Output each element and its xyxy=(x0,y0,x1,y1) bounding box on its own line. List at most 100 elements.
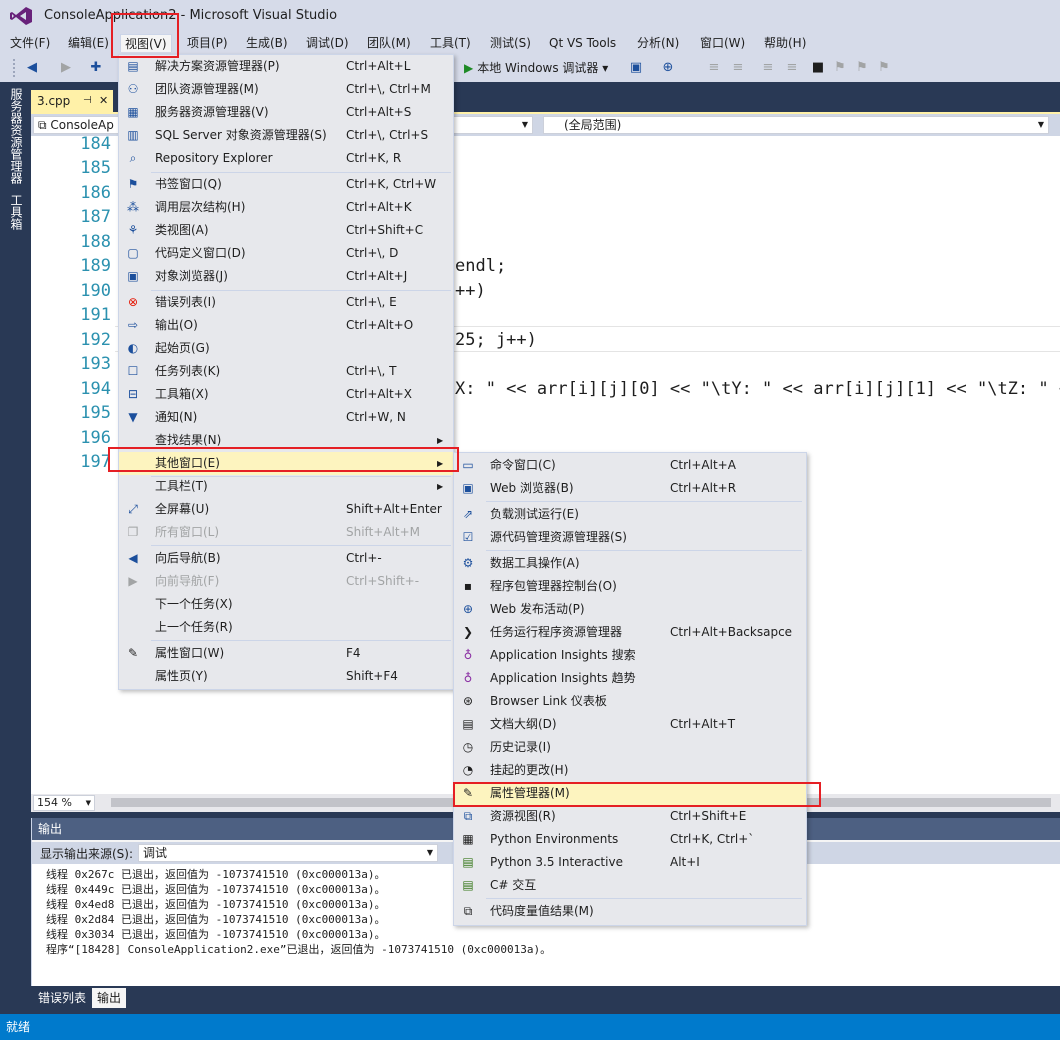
forward-icon[interactable]: ▶ xyxy=(58,60,74,76)
toolbox-tab[interactable]: 工具箱 xyxy=(8,194,24,230)
menu-item-label: Python 3.5 Interactive xyxy=(490,855,623,869)
menu-help[interactable]: 帮助(H) xyxy=(760,34,810,52)
menu-item-insights-trends[interactable]: ♁ Application Insights 趋势 xyxy=(454,667,806,690)
next-bookmark-icon[interactable]: ⚑ xyxy=(854,60,870,76)
output-source-dropdown[interactable]: 调试 ▼ xyxy=(138,844,438,862)
menu-item-all-windows[interactable]: ❐ 所有窗口(L) Shift+Alt+M xyxy=(119,521,453,544)
line-number: 187 xyxy=(80,207,111,227)
menu-test[interactable]: 测试(S) xyxy=(486,34,535,52)
menu-item-shortcut: Alt+I xyxy=(670,855,700,869)
menu-item-repository-explorer[interactable]: ⌕ Repository Explorer Ctrl+K, R xyxy=(119,147,453,170)
menu-item-load-test-runs[interactable]: ⇗ 负载测试运行(E) xyxy=(454,503,806,526)
menu-item-next-task[interactable]: 下一个任务(X) xyxy=(119,593,453,616)
line-number: 185 xyxy=(80,158,111,178)
menu-analyze[interactable]: 分析(N) xyxy=(633,34,683,52)
menu-item-source-control-explorer[interactable]: ☑ 源代码管理资源管理器(S) xyxy=(454,526,806,549)
comment-icon[interactable]: ≡ xyxy=(760,60,776,76)
fullscreen-icon: ⤢ xyxy=(128,502,138,516)
menu-item-properties-window[interactable]: ✎ 属性窗口(W) F4 xyxy=(119,642,453,665)
pin-icon[interactable]: ⊣ xyxy=(83,90,92,112)
menu-window[interactable]: 窗口(W) xyxy=(696,34,749,52)
menu-item-code-definition[interactable]: ▢ 代码定义窗口(D) Ctrl+\, D xyxy=(119,242,453,265)
menu-item-label: 任务列表(K) xyxy=(155,364,221,378)
code-metrics-icon: ⧉ xyxy=(463,904,473,918)
menu-item-start-page[interactable]: ◐ 起始页(G) xyxy=(119,337,453,360)
menu-item-python-interactive[interactable]: ▤ Python 3.5 Interactive Alt+I xyxy=(454,851,806,874)
prev-bookmark-icon[interactable]: ⚑ xyxy=(832,60,848,76)
menu-item-shortcut: Ctrl+Alt+K xyxy=(346,200,412,214)
menu-build[interactable]: 生成(B) xyxy=(242,34,292,52)
uncomment-icon[interactable]: ≡ xyxy=(784,60,800,76)
menu-item-resource-view[interactable]: ⧉ 资源视图(R) Ctrl+Shift+E xyxy=(454,805,806,828)
attach-icon[interactable]: ▣ xyxy=(628,60,644,76)
menu-item-browser-link-dashboard[interactable]: ⊛ Browser Link 仪表板 xyxy=(454,690,806,713)
menu-item-sql-server-explorer[interactable]: ▥ SQL Server 对象资源管理器(S) Ctrl+\, Ctrl+S xyxy=(119,124,453,147)
menu-item-navigate-forward[interactable]: ▶ 向前导航(F) Ctrl+Shift+- xyxy=(119,570,453,593)
menu-item-server-explorer[interactable]: ▦ 服务器资源管理器(V) Ctrl+Alt+S xyxy=(119,101,453,124)
menu-item-solution-explorer[interactable]: ▤ 解决方案资源管理器(P) Ctrl+Alt+L xyxy=(119,55,453,78)
menu-item-label: 文档大纲(D) xyxy=(490,717,557,731)
menu-team[interactable]: 团队(M) xyxy=(363,34,415,52)
menu-item-label: 起始页(G) xyxy=(155,341,210,355)
menu-item-csharp-interactive[interactable]: ▤ C# 交互 xyxy=(454,874,806,897)
menu-item-shortcut: Ctrl+W, N xyxy=(346,410,406,424)
tab-error-list[interactable]: 错误列表 xyxy=(33,988,91,1008)
menu-tools[interactable]: 工具(T) xyxy=(426,34,475,52)
menu-item-object-browser[interactable]: ▣ 对象浏览器(J) Ctrl+Alt+J xyxy=(119,265,453,288)
menu-item-document-outline[interactable]: ▤ 文档大纲(D) Ctrl+Alt+T xyxy=(454,713,806,736)
menu-item-label: Browser Link 仪表板 xyxy=(490,694,607,708)
menu-item-fullscreen[interactable]: ⤢ 全屏幕(U) Shift+Alt+Enter xyxy=(119,498,453,521)
menu-item-command-window[interactable]: ▭ 命令窗口(C) Ctrl+Alt+A xyxy=(454,454,806,477)
bookmark-toggle-icon[interactable]: ■ xyxy=(810,60,826,76)
menu-item-web-publish[interactable]: ⊕ Web 发布活动(P) xyxy=(454,598,806,621)
menu-item-toolbox[interactable]: ⊟ 工具箱(X) Ctrl+Alt+X xyxy=(119,383,453,406)
menu-item-shortcut: Ctrl+Alt+X xyxy=(346,387,412,401)
zoom-dropdown[interactable]: 154 % ▼ xyxy=(33,795,95,811)
close-icon[interactable]: ✕ xyxy=(99,90,108,112)
code-line-190: ++) xyxy=(455,281,486,301)
menu-item-notifications[interactable]: ▼ 通知(N) Ctrl+W, N xyxy=(119,406,453,429)
tab-output[interactable]: 输出 xyxy=(92,988,127,1008)
menu-item-task-list[interactable]: ☐ 任务列表(K) Ctrl+\, T xyxy=(119,360,453,383)
menu-project[interactable]: 项目(P) xyxy=(183,34,232,52)
document-tab[interactable]: 3.cpp ⊣ ✕ xyxy=(31,90,113,112)
menu-item-shortcut: Ctrl+K, Ctrl+W xyxy=(346,177,437,191)
menu-debug[interactable]: 调试(D) xyxy=(302,34,353,52)
new-project-icon[interactable]: ✚ xyxy=(88,60,104,76)
menu-item-history[interactable]: ◷ 历史记录(I) xyxy=(454,736,806,759)
menu-item-shortcut: Ctrl+\, T xyxy=(346,364,397,378)
server-explorer-tab[interactable]: 服务器资源管理器 xyxy=(8,88,24,184)
menu-item-call-hierarchy[interactable]: ⁂ 调用层次结构(H) Ctrl+Alt+K xyxy=(119,196,453,219)
menu-item-navigate-back[interactable]: ◀ 向后导航(B) Ctrl+- xyxy=(119,547,453,570)
menu-item-team-explorer[interactable]: ⚇ 团队资源管理器(M) Ctrl+\, Ctrl+M xyxy=(119,78,453,101)
menu-item-toolbars[interactable]: 工具栏(T) ▶ xyxy=(119,475,453,498)
menu-item-property-pages[interactable]: 属性页(Y) Shift+F4 xyxy=(119,665,453,688)
status-bar: 就绪 xyxy=(0,1014,1060,1040)
menu-item-package-manager-console[interactable]: ▪ 程序包管理器控制台(O) xyxy=(454,575,806,598)
outdent-icon[interactable]: ≡ xyxy=(730,60,746,76)
scope-dropdown[interactable]: (全局范围) ▼ xyxy=(543,116,1049,134)
menu-item-task-runner-explorer[interactable]: ❯ 任务运行程序资源管理器 Ctrl+Alt+Backsapce xyxy=(454,621,806,644)
menu-item-error-list[interactable]: ⊗ 错误列表(I) Ctrl+\, E xyxy=(119,291,453,314)
menu-edit[interactable]: 编辑(E) xyxy=(64,34,113,52)
chevron-down-icon: ▼ xyxy=(1037,120,1044,129)
start-debugging-button[interactable]: ▶ 本地 Windows 调试器 ▾ xyxy=(464,59,608,77)
indent-icon[interactable]: ≡ xyxy=(706,60,722,76)
toolbar-grip[interactable] xyxy=(12,58,16,78)
menu-item-data-tools[interactable]: ⚙ 数据工具操作(A) xyxy=(454,552,806,575)
solution-explorer-icon: ▤ xyxy=(127,59,139,73)
find-icon[interactable]: ⊕ xyxy=(660,60,676,76)
menu-item-web-browser[interactable]: ▣ Web 浏览器(B) Ctrl+Alt+R xyxy=(454,477,806,500)
menu-item-code-metrics[interactable]: ⧉ 代码度量值结果(M) xyxy=(454,900,806,923)
menu-qt-vs-tools[interactable]: Qt VS Tools xyxy=(545,34,620,52)
menu-item-class-view[interactable]: ⚘ 类视图(A) Ctrl+Shift+C xyxy=(119,219,453,242)
menu-item-bookmarks[interactable]: ⚑ 书签窗口(Q) Ctrl+K, Ctrl+W xyxy=(119,173,453,196)
clear-bookmarks-icon[interactable]: ⚑ xyxy=(876,60,892,76)
menu-item-output[interactable]: ⇨ 输出(O) Ctrl+Alt+O xyxy=(119,314,453,337)
menu-item-python-environments[interactable]: ▦ Python Environments Ctrl+K, Ctrl+` xyxy=(454,828,806,851)
menu-item-previous-task[interactable]: 上一个任务(R) xyxy=(119,616,453,639)
menu-item-insights-search[interactable]: ♁ Application Insights 搜索 xyxy=(454,644,806,667)
menu-item-pending-changes[interactable]: ◔ 挂起的更改(H) xyxy=(454,759,806,782)
menu-file[interactable]: 文件(F) xyxy=(6,34,54,52)
back-icon[interactable]: ◀ xyxy=(24,60,40,76)
